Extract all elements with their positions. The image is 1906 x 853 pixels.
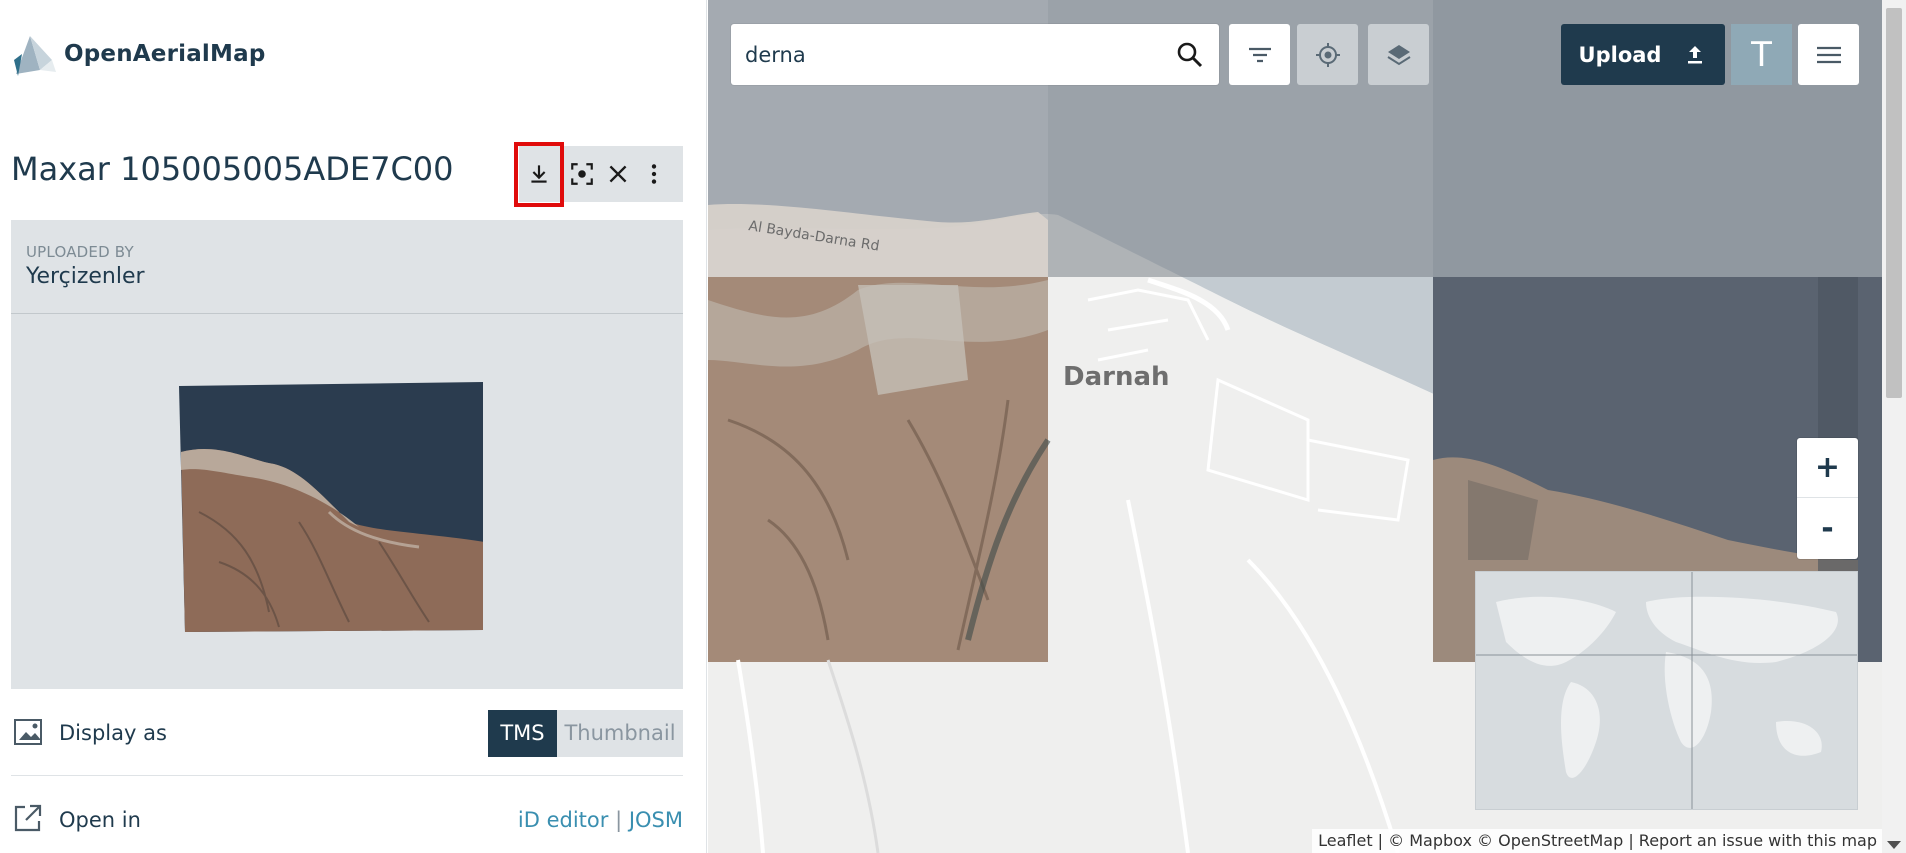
more-options-button[interactable] <box>636 146 672 202</box>
app-name: OpenAerialMap <box>64 41 266 67</box>
open-in-label: Open in <box>59 808 141 832</box>
external-link-icon <box>11 801 45 839</box>
scrollbar-thumb[interactable] <box>1886 8 1902 398</box>
thumbnail-option[interactable]: Thumbnail <box>557 709 683 757</box>
divider <box>11 775 683 776</box>
attribution-sep-1: | © <box>1372 831 1410 850</box>
zoom-control: + - <box>1797 438 1858 559</box>
upload-icon <box>1688 45 1703 63</box>
download-icon <box>531 165 547 183</box>
t-button[interactable]: T <box>1731 24 1792 85</box>
search-input[interactable] <box>745 42 1175 67</box>
link-separator: | <box>615 808 623 832</box>
search-box <box>731 24 1219 85</box>
josm-link[interactable]: JOSM <box>629 808 683 832</box>
page-scrollbar[interactable] <box>1882 0 1906 853</box>
open-in-row: Open in iD editor | JOSM <box>11 796 683 844</box>
editor-links: iD editor | JOSM <box>518 808 683 832</box>
display-toggle: TMS Thumbnail <box>488 709 683 757</box>
map-view[interactable]: Al Bayda-Darna Rd Darnah derna Upload T … <box>708 0 1906 853</box>
mapbox-link[interactable]: Mapbox <box>1409 831 1472 850</box>
scene-toolbar <box>514 141 683 207</box>
zoom-in-button[interactable]: + <box>1797 438 1858 498</box>
more-vertical-icon <box>651 164 657 184</box>
hamburger-icon <box>1816 46 1841 63</box>
close-icon <box>609 165 627 183</box>
attribution-sep-3: | <box>1623 831 1639 850</box>
tms-option[interactable]: TMS <box>488 709 557 757</box>
layers-button[interactable] <box>1368 24 1429 85</box>
scene-thumbnail <box>179 382 483 632</box>
display-as-label: Display as <box>59 721 167 745</box>
scroll-down-arrow-icon[interactable] <box>1887 841 1901 849</box>
layers-icon <box>1386 44 1411 65</box>
place-label: Darnah <box>1063 362 1170 392</box>
report-issue-link[interactable]: Report an issue with this map <box>1639 831 1877 850</box>
filter-icon <box>1248 47 1271 62</box>
osm-link[interactable]: OpenStreetMap <box>1498 831 1623 850</box>
attribution-sep-2: © <box>1471 831 1499 850</box>
leaflet-link[interactable]: Leaflet <box>1318 831 1372 850</box>
locate-button[interactable] <box>1297 24 1358 85</box>
uploader-name: Yerçizenler <box>26 264 145 289</box>
upload-button[interactable]: Upload <box>1561 24 1725 85</box>
scene-title: Maxar 105005005ADE7C00 <box>11 150 454 188</box>
image-icon <box>11 714 45 752</box>
download-button[interactable] <box>514 141 564 207</box>
menu-button[interactable] <box>1798 24 1859 85</box>
logo-icon <box>14 36 56 76</box>
id-editor-link[interactable]: iD editor <box>518 808 608 832</box>
upload-label: Upload <box>1578 42 1662 67</box>
uploader-section: UPLOADED BY Yerçizenler <box>11 220 683 314</box>
zoom-to-scene-button[interactable] <box>564 146 600 202</box>
crosshair-icon <box>1315 42 1340 67</box>
focus-icon <box>571 163 593 185</box>
app-logo[interactable]: OpenAerialMap <box>12 30 266 78</box>
close-button[interactable] <box>600 146 636 202</box>
uploaded-by-label: UPLOADED BY <box>26 243 134 261</box>
minimap-world <box>1476 572 1857 809</box>
display-as-row: Display as TMS Thumbnail <box>11 709 683 757</box>
search-icon[interactable] <box>1175 40 1205 70</box>
zoom-out-button[interactable]: - <box>1797 498 1858 558</box>
map-attribution: Leaflet | © Mapbox © OpenStreetMap | Rep… <box>1312 829 1883 853</box>
sidebar: OpenAerialMap Maxar 105005005ADE7C00 UPL… <box>0 0 707 853</box>
scene-card: UPLOADED BY Yerçizenler <box>11 220 683 689</box>
minimap[interactable] <box>1475 571 1858 810</box>
filter-button[interactable] <box>1229 24 1290 85</box>
